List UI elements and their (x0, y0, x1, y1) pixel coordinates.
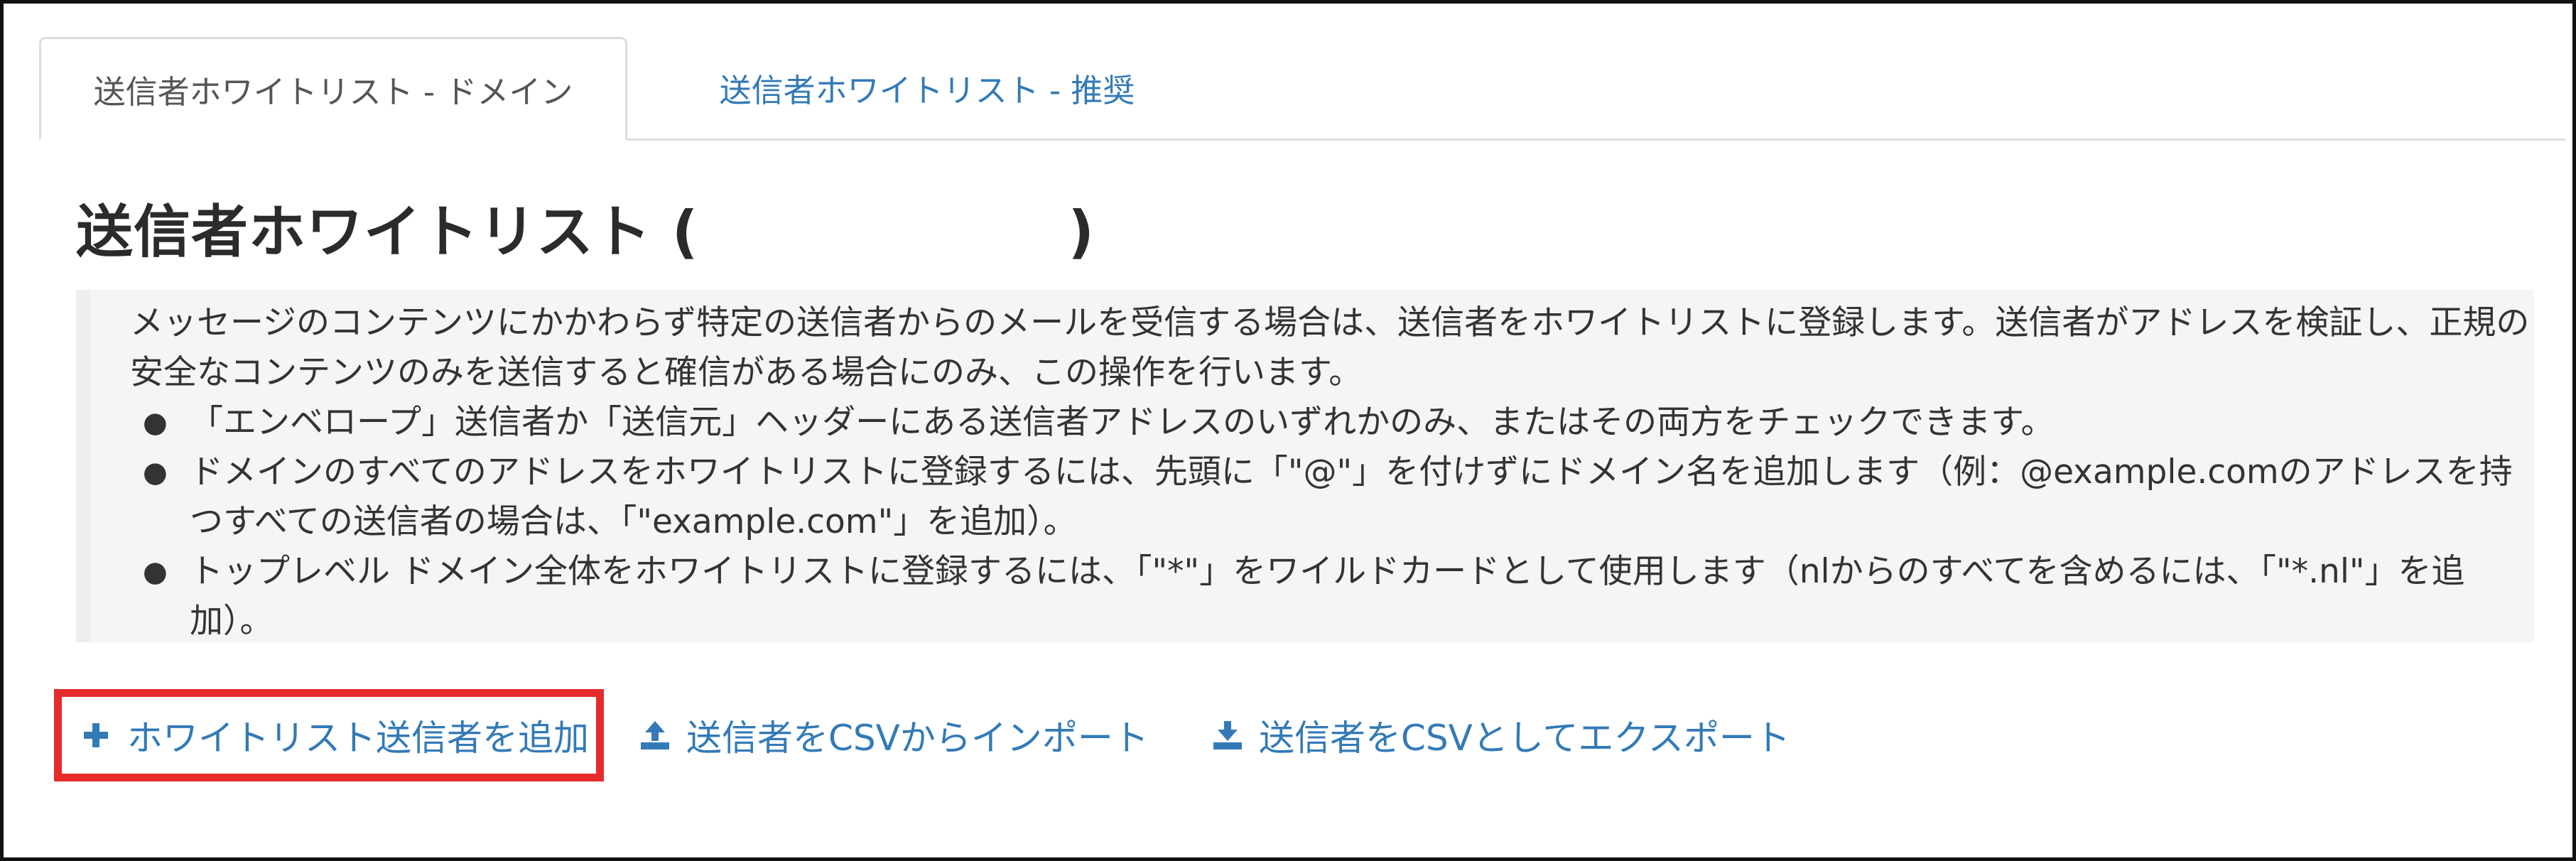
tab-label: 送信者ホワイトリスト - ドメイン (93, 72, 573, 111)
export-csv-button[interactable]: 送信者をCSVとしてエクスポート (1211, 689, 1790, 781)
plus-icon (79, 718, 113, 752)
description-paragraph: メッセージのコンテンツにかかわらず特定の送信者からのメールを受信する場合は、送信… (130, 303, 2530, 392)
add-whitelist-sender-button[interactable]: ホワイトリスト送信者を追加 (54, 689, 604, 781)
page-title-text: 送信者ホワイトリスト ( (76, 199, 699, 265)
bullet-icon: ● (143, 406, 168, 439)
upload-icon (638, 718, 672, 752)
description-list: ● 「エンベロープ」送信者か「送信元」ヘッダーにある送信者アドレスのいずれかのみ… (130, 398, 2531, 646)
tab-bar: 送信者ホワイトリスト - ドメイン 送信者ホワイトリスト - 推奨 (39, 37, 2565, 141)
list-item-text: トップレベル ドメイン全体をホワイトリストに登録するには、「"*"」をワイルドカ… (190, 552, 2465, 641)
tab-whitelist-domain[interactable]: 送信者ホワイトリスト - ドメイン (39, 37, 627, 141)
tab-whitelist-recommended[interactable]: 送信者ホワイトリスト - 推奨 (657, 37, 1197, 139)
action-bar: ホワイトリスト送信者を追加 送信者をCSVからインポート 送信者をCSVとしてエ… (54, 689, 2540, 781)
list-item-text: 「エンベロープ」送信者か「送信元」ヘッダーにある送信者アドレスのいずれかのみ、ま… (190, 403, 2055, 442)
redacted-area (698, 205, 1068, 267)
tab-label: 送信者ホワイトリスト - 推奨 (719, 72, 1135, 109)
description-block: メッセージのコンテンツにかかわらず特定の送信者からのメールを受信する場合は、送信… (76, 290, 2534, 642)
export-csv-label: 送信者をCSVとしてエクスポート (1259, 718, 1790, 759)
bullet-icon: ● (143, 556, 168, 588)
list-item: ● トップレベル ドメイン全体をホワイトリストに登録するには、「"*"」をワイル… (143, 547, 2531, 646)
list-item: ● ドメインのすべてのアドレスをホワイトリストに登録するには、先頭に「"@"」を… (143, 448, 2531, 547)
import-csv-button[interactable]: 送信者をCSVからインポート (638, 689, 1149, 781)
import-csv-label: 送信者をCSVからインポート (686, 718, 1149, 759)
add-whitelist-sender-label: ホワイトリスト送信者を追加 (127, 718, 589, 759)
download-icon (1211, 718, 1245, 752)
list-item: ● 「エンベロープ」送信者か「送信元」ヘッダーにある送信者アドレスのいずれかのみ… (143, 398, 2531, 448)
page-title: 送信者ホワイトリスト () (76, 186, 1095, 269)
page-title-close: ) (1068, 199, 1095, 265)
bullet-icon: ● (143, 456, 168, 489)
list-item-text: ドメインのすべてのアドレスをホワイトリストに登録するには、先頭に「"@"」を付け… (190, 453, 2513, 541)
